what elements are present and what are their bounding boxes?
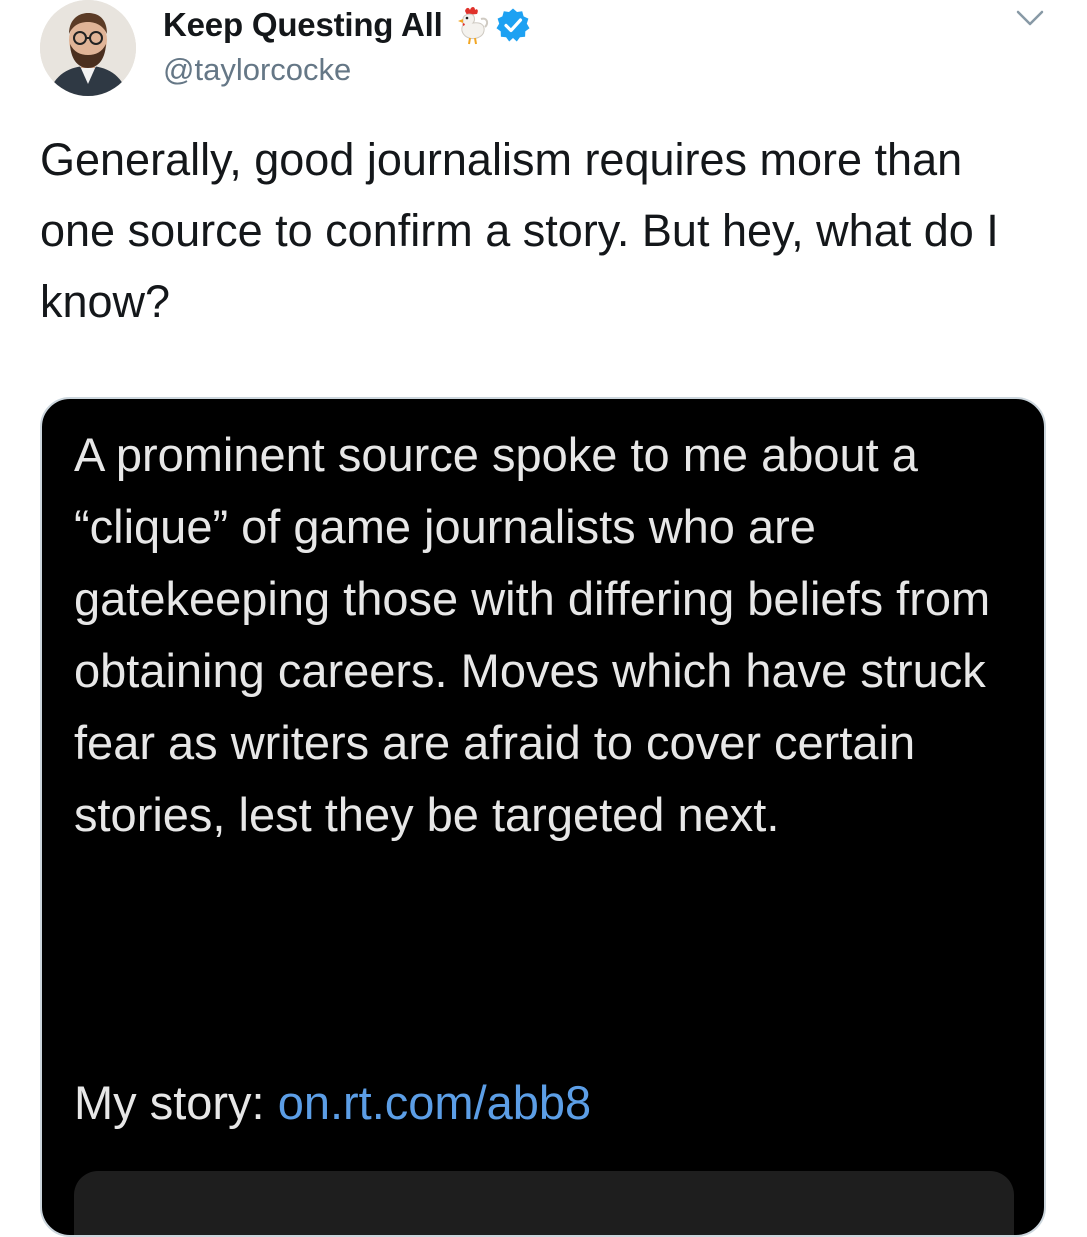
media-body-text: A prominent source spoke to me about a “… [74,428,991,841]
tweet-text: Generally, good journalism requires more… [40,134,999,327]
author-handle[interactable]: @taylorcocke [163,52,351,88]
media-story-line: My story: on.rt.com/abb8 [74,1067,591,1139]
tweet-menu-button[interactable] [1010,4,1050,34]
avatar[interactable] [40,0,136,96]
media-link-card[interactable] [74,1171,1014,1235]
media-story-label: My story: [74,1076,278,1129]
rooster-emoji-icon [451,5,491,45]
chevron-down-icon [1016,10,1044,26]
display-name[interactable]: Keep Questing All [163,6,443,44]
avatar-image [40,0,136,96]
tweet-media-image[interactable]: A prominent source spoke to me about a “… [40,397,1046,1237]
author-name-row[interactable]: Keep Questing All [163,4,531,46]
media-story-link[interactable]: on.rt.com/abb8 [278,1076,592,1129]
verified-badge-icon [495,7,531,43]
